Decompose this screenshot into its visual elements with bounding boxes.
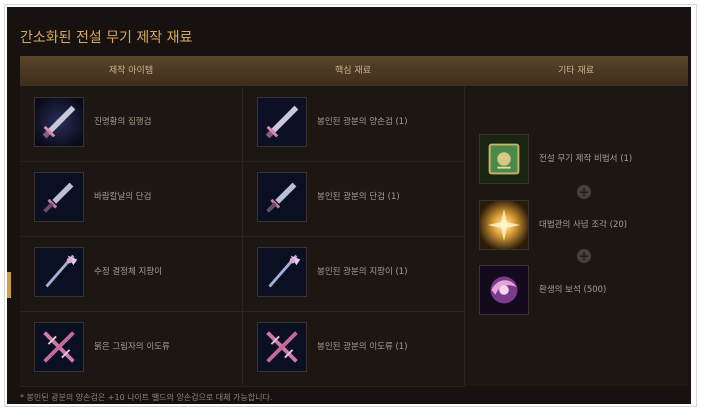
rebirth-gem-icon[interactable] [479,265,529,315]
side-tab-marker[interactable] [7,272,11,298]
dual-blades-icon[interactable] [257,322,307,372]
table-row: 붉은 그림자의 이도류 [20,311,242,387]
table-row: 수정 결정체 지팡이 [20,236,242,312]
table-row: 봉인된 광분의 이도류 (1) [243,311,464,387]
table-header: 제작 아이템 핵심 재료 기타 재료 [20,56,688,87]
dual-blades-icon[interactable] [34,322,84,372]
core-material-name: 봉인된 광분의 지팡이 (1) [317,267,408,277]
table-row: 바람칼날의 단검 [20,161,242,237]
dagger-icon[interactable] [257,172,307,222]
plus-icon: + [577,185,591,199]
list-item: 환생의 보석 (500) [479,265,689,315]
header-craft-item: 제작 아이템 [108,66,154,76]
other-material-name: 대법관의 사념 조각 (20) [539,220,628,230]
staff-icon[interactable] [34,247,84,297]
recipe-book-icon[interactable] [479,134,529,184]
core-material-name: 봉인된 광분의 양손검 (1) [317,117,408,127]
list-item: 전설 무기 제작 비법서 (1) [479,134,689,184]
craft-item-name: 수정 결정체 지팡이 [94,267,162,277]
other-material-column: 전설 무기 제작 비법서 (1) + 대법관의 사념 조각 (20) + 환생의… [465,86,688,386]
core-material-column: 봉인된 광분의 양손검 (1) 봉인된 광분의 단검 (1) 봉인된 광분의 지… [243,86,465,387]
other-material-name: 환생의 보석 (500) [539,285,607,295]
header-other-material: 기타 재료 [558,66,594,76]
core-material-name: 봉인된 광분의 이도류 (1) [317,342,408,352]
staff-icon[interactable] [257,247,307,297]
table-row: 진명황의 집행검 [20,86,242,162]
other-material-name: 전설 무기 제작 비법서 (1) [539,154,633,164]
craft-item-name: 진명황의 집행검 [94,117,152,127]
plus-icon: + [577,249,591,263]
core-material-name: 봉인된 광분의 단검 (1) [317,192,400,202]
table-row: 봉인된 광분의 지팡이 (1) [243,236,464,312]
dagger-icon[interactable] [34,172,84,222]
list-item: 대법관의 사념 조각 (20) [479,200,689,250]
craft-item-column: 진명황의 집행검 바람칼날의 단검 수정 결정체 지팡이 붉은 그림자의 이도류 [20,86,243,387]
craft-item-name: 붉은 그림자의 이도류 [94,342,170,352]
sword-icon[interactable] [257,97,307,147]
table-body: 진명황의 집행검 바람칼날의 단검 수정 결정체 지팡이 붉은 그림자의 이도류 [20,86,688,387]
header-core-material: 핵심 재료 [335,66,371,76]
glowing-fragment-icon[interactable] [479,200,529,250]
crafting-panel: 간소화된 전설 무기 제작 재료 제작 아이템 핵심 재료 기타 재료 진명황의… [7,7,691,404]
sword-icon[interactable] [34,97,84,147]
table-row: 봉인된 광분의 양손검 (1) [243,86,464,162]
panel-title: 간소화된 전설 무기 제작 재료 [20,30,193,46]
footnote: * 봉인된 광분의 양손검은 +10 나이트 밸드의 양손검으로 대체 가능합니… [20,393,273,402]
craft-item-name: 바람칼날의 단검 [94,192,152,202]
table-row: 봉인된 광분의 단검 (1) [243,161,464,237]
